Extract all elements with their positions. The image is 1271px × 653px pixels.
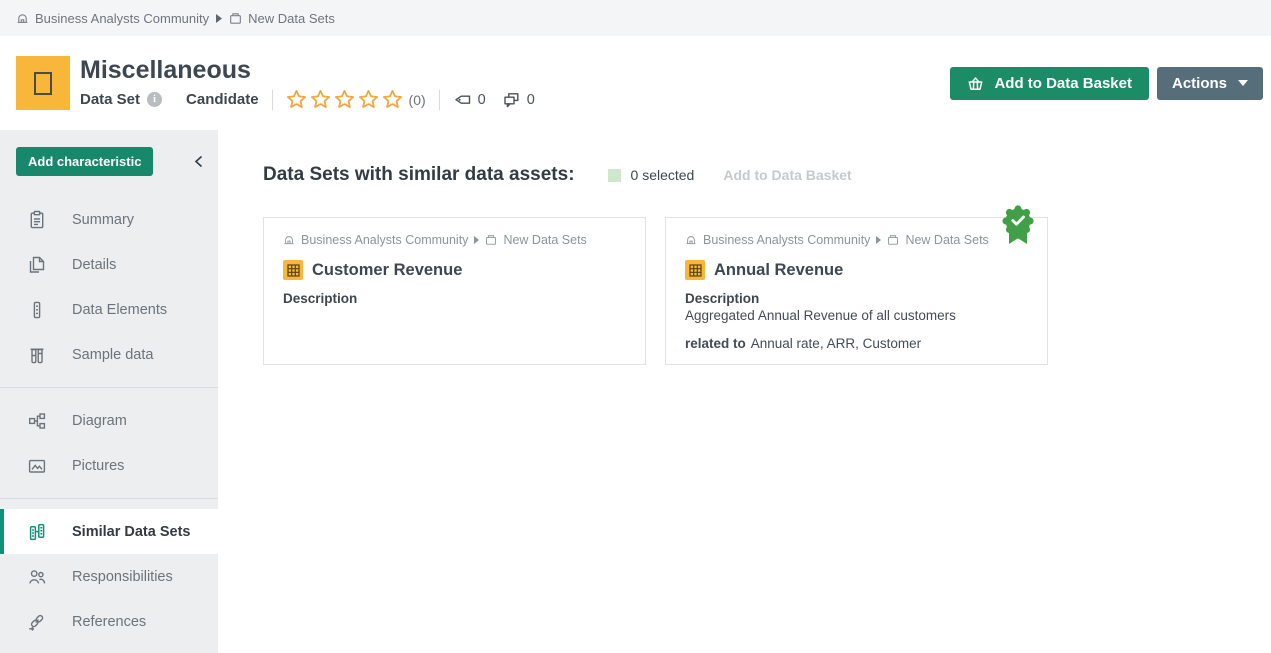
dataset-table-icon (283, 260, 303, 280)
star-icon[interactable] (358, 89, 379, 110)
breadcrumb-arrow-icon (876, 236, 881, 244)
sidebar-item-label: References (72, 614, 146, 630)
sidebar-nav: Summary Details Data Elements (0, 197, 218, 644)
dataset-icon (16, 56, 70, 110)
tags-count: 0 (478, 92, 486, 108)
card-breadcrumb: Business Analysts Community New Data Set… (685, 233, 1028, 247)
divider (439, 90, 440, 110)
picture-icon (27, 456, 47, 476)
sidebar-item-label: Summary (72, 212, 134, 228)
card-breadcrumb-community-label: Business Analysts Community (301, 233, 468, 247)
sidebar-divider (0, 387, 218, 388)
collapse-sidebar-button[interactable] (192, 153, 205, 170)
card-title[interactable]: Annual Revenue (714, 261, 843, 280)
sidebar-item-data-elements[interactable]: Data Elements (0, 287, 218, 332)
community-icon (685, 234, 697, 246)
card-breadcrumb: Business Analysts Community New Data Set… (283, 233, 626, 247)
community-icon (283, 234, 295, 246)
similar-data-sets-icon (27, 522, 47, 542)
tag-icon (453, 91, 472, 108)
dataset-glyph (34, 72, 52, 95)
actions-button[interactable]: Actions (1157, 67, 1263, 100)
sidebar-item-label: Sample data (72, 347, 153, 363)
sidebar-item-label: Details (72, 257, 116, 273)
link-icon (27, 612, 47, 632)
status-badge: Candidate (186, 91, 259, 108)
similar-dataset-card-customer-revenue[interactable]: Business Analysts Community New Data Set… (263, 217, 646, 365)
star-icon[interactable] (310, 89, 331, 110)
description-text: Aggregated Annual Revenue of all custome… (685, 308, 1028, 323)
sidebar-item-responsibilities[interactable]: Responsibilities (0, 554, 218, 599)
sidebar-divider (0, 498, 218, 499)
breadcrumb-collection-label: New Data Sets (248, 11, 335, 26)
related-to-label: related to (685, 336, 746, 351)
document-icon (27, 255, 47, 275)
add-characteristic-button[interactable]: Add characteristic (16, 147, 153, 176)
description-label: Description (283, 291, 626, 306)
star-icon[interactable] (286, 89, 307, 110)
sidebar-item-references[interactable]: References (0, 599, 218, 644)
add-to-data-basket-button[interactable]: Add to Data Basket (950, 67, 1149, 100)
add-to-data-basket-label: Add to Data Basket (994, 75, 1132, 92)
info-icon[interactable]: i (147, 92, 162, 107)
collection-icon (229, 12, 242, 25)
tags-counter[interactable]: 0 (453, 91, 486, 108)
selection-indicator (608, 169, 621, 182)
card-breadcrumb-collection-label: New Data Sets (905, 233, 988, 247)
award-badge-icon (1000, 203, 1036, 247)
sidebar-item-diagram[interactable]: Diagram (0, 398, 218, 443)
sidebar-item-label: Similar Data Sets (72, 524, 190, 540)
comments-icon (502, 91, 521, 109)
page-header: Miscellaneous Data Set i Candidate (0) (0, 36, 1271, 130)
breadcrumb-community[interactable]: Business Analysts Community (16, 11, 209, 26)
basket-icon (967, 76, 984, 91)
rating-count: (0) (409, 92, 426, 108)
sample-data-icon (27, 345, 47, 365)
sidebar-item-label: Diagram (72, 413, 127, 429)
divider (272, 90, 273, 110)
breadcrumb: Business Analysts Community New Data Set… (0, 0, 1271, 36)
comments-counter[interactable]: 0 (502, 91, 535, 109)
clipboard-icon (27, 210, 47, 230)
comments-count: 0 (527, 92, 535, 108)
sidebar-item-summary[interactable]: Summary (0, 197, 218, 242)
related-to-values: Annual rate, ARR, Customer (751, 336, 921, 351)
breadcrumb-arrow-icon (216, 14, 222, 23)
sidebar-item-label: Data Elements (72, 302, 167, 318)
type-label: Data Set (80, 91, 140, 108)
caret-down-icon (1238, 80, 1248, 86)
description-label: Description (685, 291, 1028, 306)
sidebar-item-label: Pictures (72, 458, 124, 474)
star-icon[interactable] (382, 89, 403, 110)
people-icon (27, 567, 47, 587)
add-to-data-basket-disabled-button[interactable]: Add to Data Basket (723, 167, 851, 183)
sidebar: Add characteristic Summary (0, 130, 218, 653)
sidebar-item-pictures[interactable]: Pictures (0, 443, 218, 488)
section-heading: Data Sets with similar data assets: (263, 164, 575, 186)
diagram-icon (27, 411, 47, 431)
sidebar-item-similar-data-sets[interactable]: Similar Data Sets (0, 509, 218, 554)
community-icon (16, 12, 29, 25)
sidebar-item-label: Responsibilities (72, 569, 173, 585)
main-content: Data Sets with similar data assets: 0 se… (218, 130, 1271, 653)
page-title: Miscellaneous (80, 56, 535, 85)
similar-dataset-card-annual-revenue[interactable]: Business Analysts Community New Data Set… (665, 217, 1048, 365)
card-title[interactable]: Customer Revenue (312, 261, 462, 280)
sidebar-item-details[interactable]: Details (0, 242, 218, 287)
breadcrumb-arrow-icon (474, 236, 479, 244)
card-breadcrumb-community-label: Business Analysts Community (703, 233, 870, 247)
collection-icon (887, 234, 899, 246)
star-icon[interactable] (334, 89, 355, 110)
actions-label: Actions (1172, 75, 1227, 92)
breadcrumb-collection[interactable]: New Data Sets (229, 11, 335, 26)
dataset-table-icon (685, 260, 705, 280)
related-to-row: related to Annual rate, ARR, Customer (685, 336, 1028, 351)
collection-icon (485, 234, 497, 246)
breadcrumb-community-label: Business Analysts Community (35, 11, 209, 26)
column-icon (27, 300, 47, 320)
rating-stars[interactable] (286, 89, 403, 110)
sidebar-item-sample-data[interactable]: Sample data (0, 332, 218, 377)
selected-count: 0 selected (631, 167, 695, 183)
card-breadcrumb-collection-label: New Data Sets (503, 233, 586, 247)
